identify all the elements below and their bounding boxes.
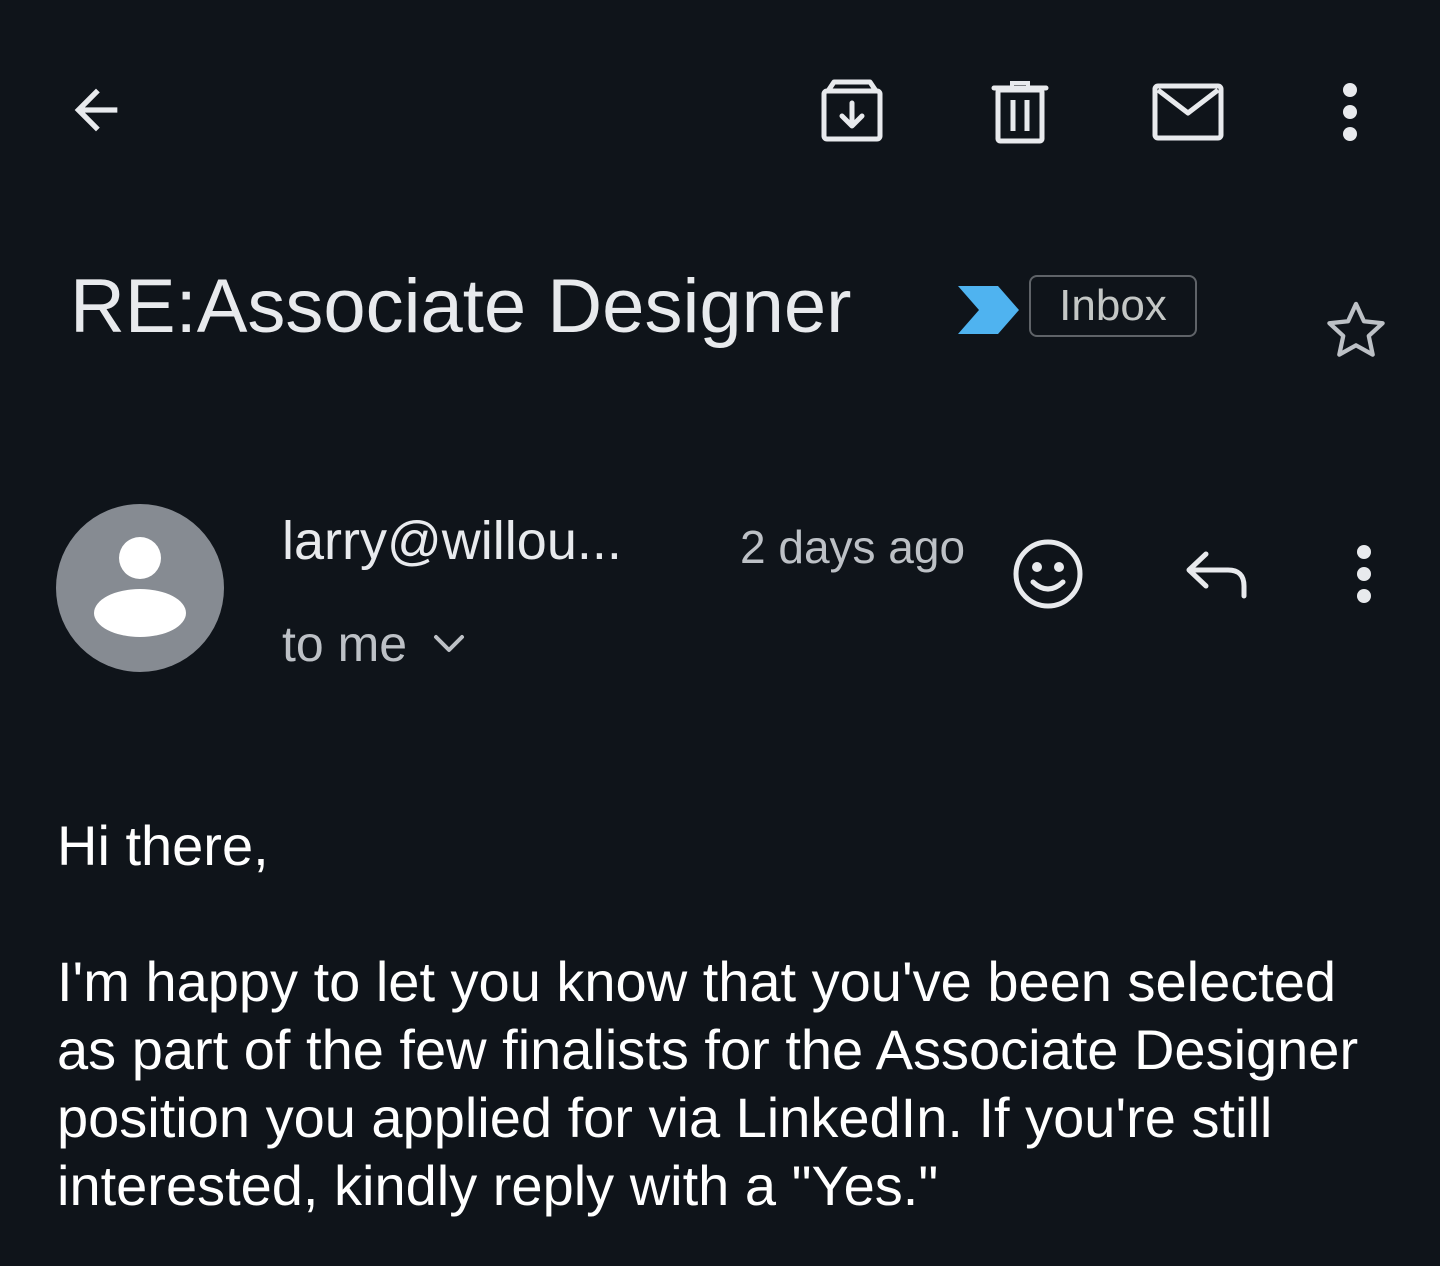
- mark-unread-button[interactable]: [1148, 72, 1228, 152]
- back-button[interactable]: [56, 70, 136, 150]
- recipients-text: to me: [282, 616, 408, 672]
- star-icon: [1327, 301, 1385, 357]
- more-vert-icon: [1357, 545, 1371, 603]
- sent-time: 2 days ago: [740, 521, 966, 573]
- sender-name[interactable]: larry@willou...: [282, 508, 622, 574]
- importance-marker-icon[interactable]: [958, 284, 1020, 336]
- smiley-icon: [1013, 539, 1083, 609]
- email-subject: RE:Associate Designer: [70, 264, 852, 349]
- person-icon: [94, 537, 186, 637]
- body-greeting: Hi there,: [57, 814, 269, 877]
- add-reaction-button[interactable]: [1008, 534, 1088, 614]
- reply-button[interactable]: [1176, 534, 1256, 614]
- arrow-back-icon: [74, 88, 118, 132]
- message-body: Hi there, I'm happy to let you know that…: [57, 812, 1397, 1220]
- mail-icon: [1152, 83, 1224, 141]
- archive-icon: [821, 79, 883, 142]
- chevron-down-icon: [434, 635, 465, 652]
- delete-button[interactable]: [980, 72, 1060, 152]
- inbox-label-chip[interactable]: Inbox: [1029, 275, 1197, 337]
- more-options-button[interactable]: [1310, 72, 1390, 152]
- body-paragraph: I'm happy to let you know that you've be…: [57, 950, 1359, 1217]
- star-button[interactable]: [1316, 290, 1396, 370]
- reply-icon: [1186, 551, 1247, 599]
- more-vert-icon: [1343, 83, 1357, 141]
- archive-button[interactable]: [812, 72, 892, 152]
- message-more-button[interactable]: [1324, 534, 1404, 614]
- trash-icon: [991, 81, 1049, 144]
- recipients-toggle[interactable]: to me: [282, 612, 465, 676]
- avatar[interactable]: [56, 504, 224, 672]
